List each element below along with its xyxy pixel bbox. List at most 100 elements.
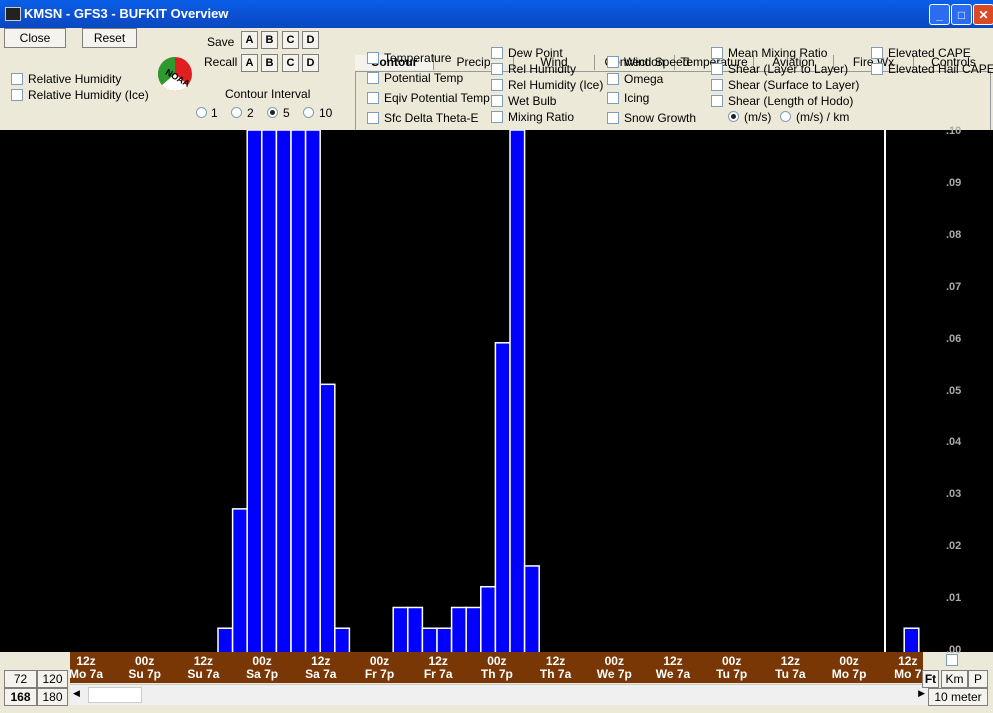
hours-72-button[interactable]: 72 <box>4 670 37 688</box>
elevated-cape-label: Elevated CAPE <box>888 46 971 60</box>
reset-button[interactable]: Reset <box>82 28 137 48</box>
omega-checkbox[interactable] <box>607 73 619 85</box>
contour-interval-label: Contour Interval <box>225 87 311 101</box>
hours-168-button[interactable]: 168 <box>4 688 37 706</box>
minimize-button[interactable]: _ <box>929 4 950 25</box>
interval-5-label: 5 <box>283 106 290 120</box>
time-label: 00z Mo 7p <box>831 654 867 681</box>
noaa-logo: NOAA <box>157 56 192 92</box>
shear-layer-to-layer-label: Shear (Layer to Layer) <box>728 62 849 76</box>
units-ft-button[interactable]: Ft <box>922 670 939 688</box>
precip-bar <box>304 130 321 652</box>
precip-bar <box>261 130 278 652</box>
maximize-button[interactable]: □ <box>951 4 972 25</box>
time-label: 12z Sa 7a <box>305 654 337 681</box>
bar-chart <box>217 130 920 652</box>
shear-length-of-hodo-checkbox[interactable] <box>711 95 723 107</box>
scroll-left-icon[interactable]: ◀ <box>73 688 80 699</box>
time-axis: 12z Mo 7a 00z Su 7p 12z Su 7a 00z Sa 7p 12z Sa 7a… <box>69 652 923 683</box>
close-button[interactable]: Close <box>4 28 66 48</box>
precip-bar <box>465 606 482 652</box>
time-label: 00z Fr 7p <box>364 654 395 681</box>
precip-bar <box>319 383 336 652</box>
scroll-thumb[interactable] <box>88 687 142 703</box>
recall-a-button[interactable]: A <box>241 54 258 72</box>
precip-bar <box>217 627 234 652</box>
hours-120-button[interactable]: 120 <box>37 670 68 688</box>
axis-toggle-checkbox[interactable] <box>946 654 958 666</box>
snow-growth-label: Snow Growth <box>624 111 697 125</box>
mean-mixing-ratio-label: Mean Mixing Ratio <box>728 46 828 60</box>
precip-bar <box>275 130 292 652</box>
mixing-ratio-checkbox[interactable] <box>491 111 503 123</box>
precip-bar <box>494 342 511 652</box>
time-label: 12z Tu 7a <box>775 654 806 681</box>
precip-bar <box>407 606 424 652</box>
eqiv-potential-temp-label: Eqiv Potential Temp <box>384 91 490 105</box>
y-tick-label: .02 <box>946 540 962 553</box>
save-d-button[interactable]: D <box>302 31 319 49</box>
time-scrollbar[interactable]: ◀ ▶ <box>70 684 928 705</box>
shear-layer-to-layer-checkbox[interactable] <box>711 63 723 75</box>
relative-humidity-label: Relative Humidity <box>28 72 122 86</box>
time-label: 12z We 7a <box>655 654 691 681</box>
shear-unit-ms-km-label: (m/s) / km <box>796 110 850 124</box>
save-label: Save <box>207 35 235 49</box>
interval-1-label: 1 <box>211 106 218 120</box>
elevated-hail-cape-label: Elevated Hail CAPE <box>888 62 993 76</box>
recall-b-button[interactable]: B <box>261 54 278 72</box>
shear-length-of-hodo-label: Shear (Length of Hodo) <box>728 94 854 108</box>
rel-humidity-checkbox[interactable] <box>491 63 503 75</box>
relative-humidity-ice-checkbox[interactable] <box>11 89 23 101</box>
y-tick-label: .10 <box>946 125 962 137</box>
y-tick-label: .07 <box>946 280 962 293</box>
mixing-ratio-label: Mixing Ratio <box>508 110 575 124</box>
elevated-hail-cape-checkbox[interactable] <box>871 63 883 75</box>
eqiv-potential-temp-checkbox[interactable] <box>367 92 379 104</box>
elevated-cape-checkbox[interactable] <box>871 47 883 59</box>
temperature-checkbox[interactable] <box>367 52 379 64</box>
save-c-button[interactable]: C <box>282 31 299 49</box>
shear-unit-ms-km-radio[interactable] <box>780 111 791 122</box>
temperature-label: Temperature <box>384 51 452 65</box>
wind-speed-checkbox[interactable] <box>607 56 619 68</box>
shear-unit-ms-radio[interactable] <box>728 111 739 122</box>
recall-d-button[interactable]: D <box>302 54 319 72</box>
icing-label: Icing <box>624 91 650 105</box>
relative-humidity-ice-label: Relative Humidity (Ice) <box>28 88 149 102</box>
units-p-button[interactable]: P <box>968 670 988 688</box>
interval-5-radio[interactable] <box>267 107 278 118</box>
time-label: 12z Mo 7a <box>68 654 103 681</box>
scroll-right-icon[interactable]: ▶ <box>918 688 925 699</box>
sfc-delta-theta-e-label: Sfc Delta Theta-E <box>384 111 479 125</box>
app-icon <box>5 7 21 21</box>
potential-temp-checkbox[interactable] <box>367 72 379 84</box>
precip-bar <box>509 130 526 652</box>
interval-1-radio[interactable] <box>196 107 207 118</box>
y-tick-label: .04 <box>946 436 962 449</box>
hours-180-button[interactable]: 180 <box>37 688 68 706</box>
rel-humidity-ice-checkbox[interactable] <box>491 79 503 91</box>
dew-point-label: Dew Point <box>508 46 563 60</box>
shear-unit-ms-label: (m/s) <box>744 110 772 124</box>
relative-humidity-checkbox[interactable] <box>11 73 23 85</box>
level-selector[interactable]: 10 meter <box>928 688 988 706</box>
interval-10-radio[interactable] <box>303 107 314 118</box>
interval-10-label: 10 <box>319 106 333 120</box>
icing-checkbox[interactable] <box>607 92 619 104</box>
sfc-delta-theta-e-checkbox[interactable] <box>367 112 379 124</box>
snow-growth-checkbox[interactable] <box>607 112 619 124</box>
units-km-button[interactable]: Km <box>941 670 968 688</box>
save-b-button[interactable]: B <box>261 31 278 49</box>
interval-2-radio[interactable] <box>231 107 242 118</box>
rel-humidity-label: Rel Humidity <box>508 62 577 76</box>
recall-c-button[interactable]: C <box>282 54 299 72</box>
dew-point-checkbox[interactable] <box>491 47 503 59</box>
shear-surface-to-layer-label: Shear (Surface to Layer) <box>728 78 860 92</box>
close-window-button[interactable]: ✕ <box>973 4 993 25</box>
save-a-button[interactable]: A <box>241 31 258 49</box>
time-label: 00z Th 7p <box>480 654 513 681</box>
wet-bulb-checkbox[interactable] <box>491 95 503 107</box>
mean-mixing-ratio-checkbox[interactable] <box>711 47 723 59</box>
shear-surface-to-layer-checkbox[interactable] <box>711 79 723 91</box>
